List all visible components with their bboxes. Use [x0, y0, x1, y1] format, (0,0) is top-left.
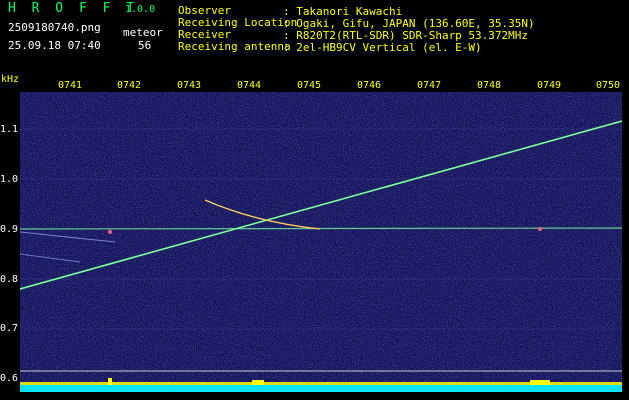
y-tick: 0.9 [0, 224, 19, 235]
capture-datetime: 25.09.18 07:40 [8, 39, 101, 52]
y-tick: 0.6 [0, 373, 19, 384]
meteor-count: 56 [138, 39, 152, 52]
antenna-value: : 2el-HB9CV Vertical (el. E-W) [283, 41, 482, 54]
y-tick: 0.7 [0, 323, 19, 334]
level-bar [20, 385, 622, 392]
meteor-label: meteor [123, 26, 163, 39]
signal-spot [538, 227, 542, 231]
spectrogram [20, 92, 622, 392]
antenna-label: Receiving antenna [178, 40, 291, 53]
y-tick: 1.0 [0, 174, 19, 185]
y-tick: 1.1 [0, 124, 19, 135]
header-panel: H R O F F T 1.0.0 2509180740.png meteor … [0, 0, 629, 70]
image-filename: 2509180740.png [8, 21, 101, 34]
x-tick: 0747 [417, 80, 442, 91]
x-tick: 0746 [357, 80, 382, 91]
x-tick: 0749 [537, 80, 562, 91]
app-version: 1.0.0 [125, 4, 156, 15]
x-tick: 0745 [297, 80, 322, 91]
x-tick: 0743 [177, 80, 202, 91]
y-tick: 0.8 [0, 274, 19, 285]
level-peak [252, 380, 264, 385]
x-tick: 0744 [237, 80, 262, 91]
x-tick: 0742 [117, 80, 142, 91]
x-tick: 0750 [596, 80, 621, 91]
y-axis-unit: kHz [1, 74, 20, 85]
level-peak [530, 380, 550, 385]
app-name: H R O F F T [8, 1, 139, 16]
signal-spot [108, 230, 112, 234]
level-peak [108, 378, 112, 385]
x-tick: 0748 [477, 80, 502, 91]
x-tick: 0741 [58, 80, 83, 91]
